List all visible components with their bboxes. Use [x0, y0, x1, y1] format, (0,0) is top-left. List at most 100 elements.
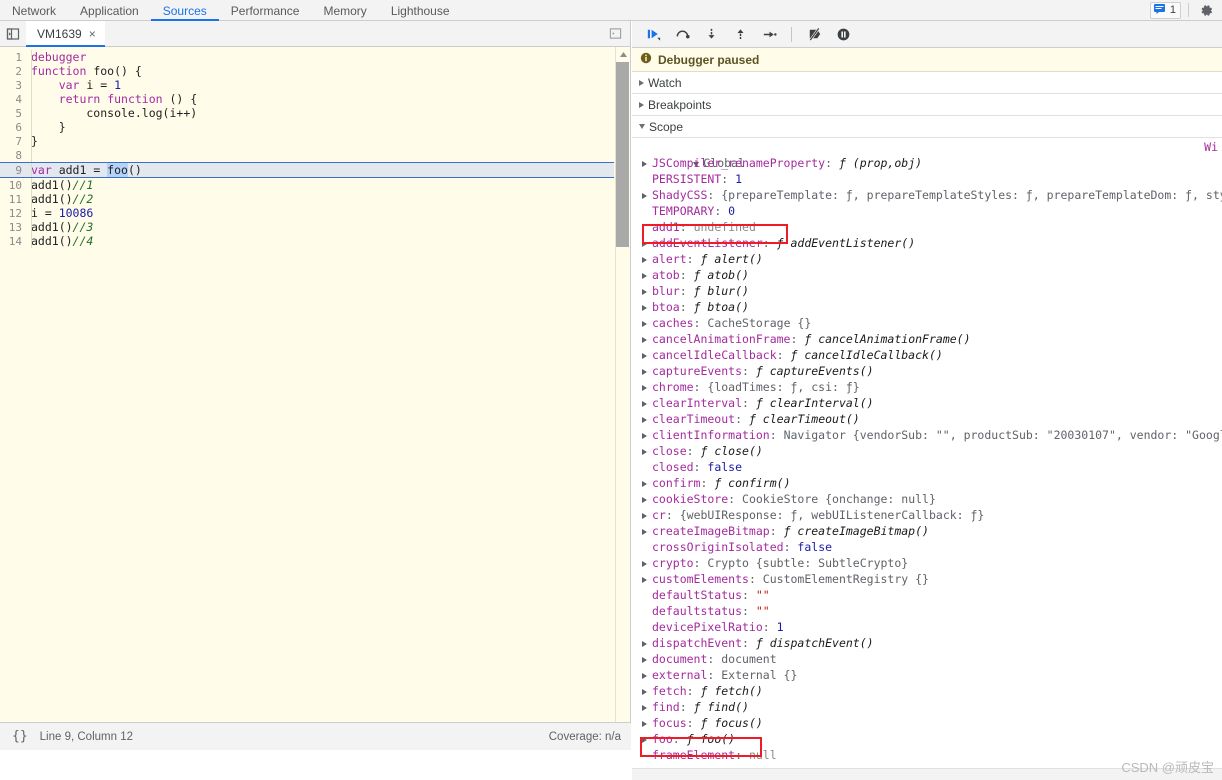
panel-tab-network[interactable]: Network — [0, 0, 68, 21]
scope-property-addEventListener[interactable]: addEventListener: ƒ addEventListener() — [632, 235, 1222, 251]
code-line[interactable]: 10 add1()//1 — [0, 178, 614, 192]
scope-property-dispatchEvent[interactable]: dispatchEvent: ƒ dispatchEvent() — [632, 635, 1222, 651]
chevron-right-icon[interactable] — [642, 571, 652, 587]
chevron-right-icon[interactable] — [639, 101, 644, 108]
chevron-right-icon[interactable] — [642, 427, 652, 443]
scroll-up-icon[interactable] — [616, 47, 630, 62]
scope-property-atob[interactable]: atob: ƒ atob() — [632, 267, 1222, 283]
scope-property-caches[interactable]: caches: CacheStorage {} — [632, 315, 1222, 331]
chevron-right-icon[interactable] — [642, 331, 652, 347]
code-line[interactable]: 4 return function () { — [0, 92, 614, 106]
section-header-watch[interactable]: Watch — [632, 72, 1222, 94]
scope-property-crypto[interactable]: crypto: Crypto {subtle: SubtleCrypto} — [632, 555, 1222, 571]
scope-root-global[interactable]: Global Wi — [632, 139, 1222, 170]
scope-property-chrome[interactable]: chrome: {loadTimes: ƒ, csi: ƒ} — [632, 379, 1222, 395]
chevron-right-icon[interactable] — [642, 299, 652, 315]
panel-tab-memory[interactable]: Memory — [311, 0, 378, 21]
code-line[interactable]: 9 var add1 = foo() — [0, 162, 614, 178]
scope-property-alert[interactable]: alert: ƒ alert() — [632, 251, 1222, 267]
code-line[interactable]: 6 } — [0, 120, 614, 134]
scope-property-confirm[interactable]: confirm: ƒ confirm() — [632, 475, 1222, 491]
scope-property-cr[interactable]: cr: {webUIResponse: ƒ, webUIListenerCall… — [632, 507, 1222, 523]
scope-property-closed[interactable]: closed: false — [632, 459, 1222, 475]
chevron-right-icon[interactable] — [642, 235, 652, 251]
scope-property-document[interactable]: document: document — [632, 651, 1222, 667]
panel-tab-performance[interactable]: Performance — [219, 0, 312, 21]
code-line[interactable]: 8 — [0, 148, 614, 162]
scope-property-defaultStatus[interactable]: defaultStatus: "" — [632, 587, 1222, 603]
scope-property-focus[interactable]: focus: ƒ focus() — [632, 715, 1222, 731]
code-line[interactable]: 7} — [0, 134, 614, 148]
scope-property-external[interactable]: external: External {} — [632, 667, 1222, 683]
scope-property-defaultstatus[interactable]: defaultstatus: "" — [632, 603, 1222, 619]
chevron-right-icon[interactable] — [642, 267, 652, 283]
scope-property-foo[interactable]: foo: ƒ foo() — [632, 731, 1222, 747]
scope-property-close[interactable]: close: ƒ close() — [632, 443, 1222, 459]
chevron-right-icon[interactable] — [642, 315, 652, 331]
scope-property-fetch[interactable]: fetch: ƒ fetch() — [632, 683, 1222, 699]
scope-property-devicePixelRatio[interactable]: devicePixelRatio: 1 — [632, 619, 1222, 635]
scope-tree[interactable]: Global Wi JSCompiler_renameProperty: ƒ (… — [632, 139, 1222, 760]
chevron-right-icon[interactable] — [642, 555, 652, 571]
panel-tab-lighthouse[interactable]: Lighthouse — [379, 0, 462, 21]
scope-property-cancelAnimationFrame[interactable]: cancelAnimationFrame: ƒ cancelAnimationF… — [632, 331, 1222, 347]
code-line[interactable]: 2 function foo() { — [0, 64, 614, 78]
scope-property-customElements[interactable]: customElements: CustomElementRegistry {} — [632, 571, 1222, 587]
chevron-right-icon[interactable] — [642, 475, 652, 491]
chevron-right-icon[interactable] — [642, 491, 652, 507]
chevron-right-icon[interactable] — [642, 683, 652, 699]
chevron-right-icon[interactable] — [642, 507, 652, 523]
panel-tab-application[interactable]: Application — [68, 0, 151, 21]
message-count-button[interactable]: 1 — [1149, 1, 1181, 19]
chevron-right-icon[interactable] — [642, 411, 652, 427]
editor-scrollbar[interactable] — [615, 47, 630, 722]
deactivate-breakpoints-icon[interactable] — [801, 23, 827, 45]
pause-on-exceptions-icon[interactable] — [830, 23, 856, 45]
chevron-right-icon[interactable] — [639, 79, 644, 86]
scope-property-clientInformation[interactable]: clientInformation: Navigator {vendorSub:… — [632, 427, 1222, 443]
pretty-print-button[interactable]: {} — [6, 729, 34, 744]
step-icon[interactable] — [756, 23, 782, 45]
step-out-of-current-function-icon[interactable] — [727, 23, 753, 45]
chevron-right-icon[interactable] — [642, 363, 652, 379]
scope-property-add1[interactable]: add1: undefined — [632, 219, 1222, 235]
scope-property-captureEvents[interactable]: captureEvents: ƒ captureEvents() — [632, 363, 1222, 379]
chevron-right-icon[interactable] — [642, 283, 652, 299]
scope-property-PERSISTENT[interactable]: PERSISTENT: 1 — [632, 171, 1222, 187]
chevron-right-icon[interactable] — [642, 379, 652, 395]
chevron-right-icon[interactable] — [642, 635, 652, 651]
section-header-breakpoints[interactable]: Breakpoints — [632, 94, 1222, 116]
chevron-right-icon[interactable] — [642, 731, 652, 747]
chevron-right-icon[interactable] — [642, 523, 652, 539]
scope-property-TEMPORARY[interactable]: TEMPORARY: 0 — [632, 203, 1222, 219]
scope-property-clearInterval[interactable]: clearInterval: ƒ clearInterval() — [632, 395, 1222, 411]
chevron-right-icon[interactable] — [642, 395, 652, 411]
scope-property-crossOriginIsolated[interactable]: crossOriginIsolated: false — [632, 539, 1222, 555]
code-line[interactable]: 5 console.log(i++) — [0, 106, 614, 120]
chevron-right-icon[interactable] — [642, 443, 652, 459]
code-editor[interactable]: 1 debugger 2 function foo() {3 var i = 14 r… — [0, 47, 630, 722]
gear-icon[interactable] — [1196, 1, 1216, 19]
chevron-right-icon[interactable] — [642, 667, 652, 683]
step-over-next-function-call-icon[interactable] — [669, 23, 695, 45]
scope-property-find[interactable]: find: ƒ find() — [632, 699, 1222, 715]
chevron-right-icon[interactable] — [642, 651, 652, 667]
chevron-right-icon[interactable] — [642, 251, 652, 267]
scope-property-cancelIdleCallback[interactable]: cancelIdleCallback: ƒ cancelIdleCallback… — [632, 347, 1222, 363]
editor-tab-vm1639[interactable]: VM1639 × — [26, 21, 105, 47]
code-line[interactable]: 3 var i = 1 — [0, 78, 614, 92]
chevron-right-icon[interactable] — [642, 347, 652, 363]
section-header-scope[interactable]: Scope — [632, 116, 1222, 138]
resume-script-execution-icon[interactable] — [640, 23, 666, 45]
scope-property-blur[interactable]: blur: ƒ blur() — [632, 283, 1222, 299]
panel-tab-sources[interactable]: Sources — [151, 0, 219, 21]
code-line[interactable]: 1 debugger — [0, 50, 614, 64]
code-line[interactable]: 12 i = 10086 — [0, 206, 614, 220]
scope-property-JSCompiler_renameProperty[interactable]: JSCompiler_renameProperty: ƒ (prop,obj) — [632, 155, 1222, 171]
chevron-down-icon[interactable] — [639, 124, 645, 129]
chevron-right-icon[interactable] — [642, 699, 652, 715]
code-line[interactable]: 14 add1()//4 — [0, 234, 614, 248]
step-into-next-function-call-icon[interactable] — [698, 23, 724, 45]
scope-property-createImageBitmap[interactable]: createImageBitmap: ƒ createImageBitmap() — [632, 523, 1222, 539]
code-line[interactable]: 11 add1()//2 — [0, 192, 614, 206]
